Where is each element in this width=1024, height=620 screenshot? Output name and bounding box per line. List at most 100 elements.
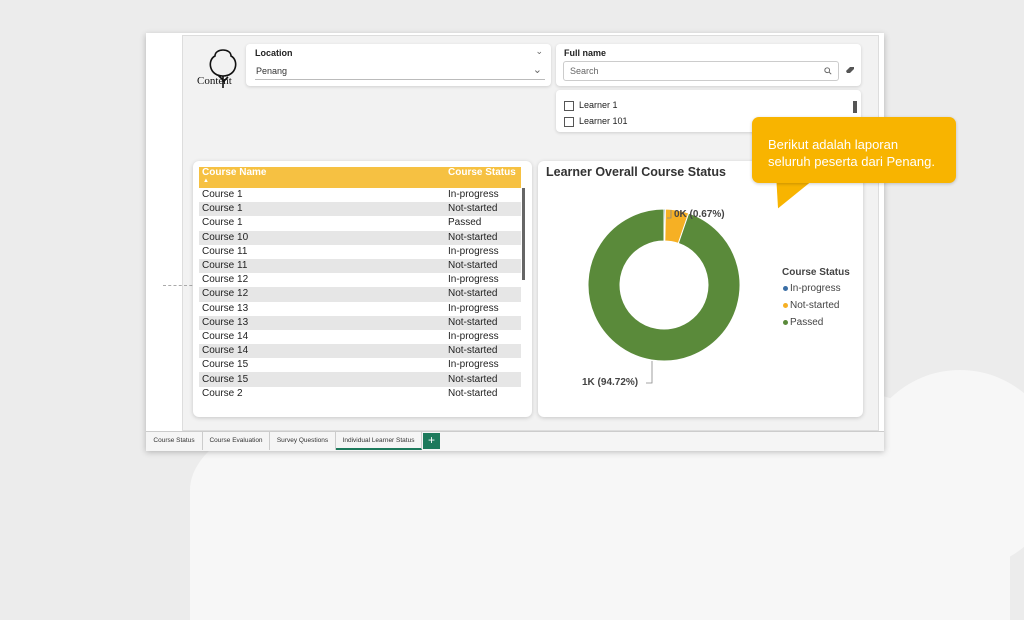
tab-label: Course Evaluation bbox=[209, 437, 263, 444]
course-status-cell: Passed bbox=[448, 217, 482, 229]
course-status-cell: Not-started bbox=[445, 258, 521, 274]
table-row[interactable]: Course 14 Not-started bbox=[199, 344, 521, 359]
tab-course-status[interactable]: Course Status bbox=[146, 432, 203, 450]
location-slicer-title: Location bbox=[255, 48, 293, 58]
search-input[interactable]: Search bbox=[563, 61, 839, 81]
leader-line bbox=[646, 361, 653, 384]
tab-label: Survey Questions bbox=[276, 437, 329, 444]
legend-dot bbox=[783, 319, 788, 325]
scrollbar[interactable] bbox=[522, 188, 525, 280]
column-header-course-name[interactable]: Course Name ▲ bbox=[199, 167, 445, 188]
table-row[interactable]: Course 12 Not-started bbox=[199, 287, 521, 302]
course-status-cell: Not-started bbox=[445, 372, 521, 387]
tab-label: Individual Learner Status bbox=[342, 437, 415, 444]
list-item[interactable]: Learner 101 bbox=[564, 116, 628, 127]
search-icon bbox=[824, 67, 832, 75]
course-name-cell: Course 1 bbox=[199, 202, 445, 217]
list-item-label: Learner 101 bbox=[579, 116, 628, 126]
fullname-slicer-title: Full name bbox=[564, 48, 607, 58]
legend-item-passed[interactable]: Passed bbox=[783, 317, 823, 328]
checkbox[interactable] bbox=[564, 116, 574, 127]
course-name-cell: Course 13 bbox=[199, 315, 445, 330]
table-row[interactable]: Course 2 Not-started bbox=[199, 387, 521, 401]
table-row[interactable]: Course 15 In-progress bbox=[199, 358, 521, 372]
course-status-cell: Not-started bbox=[445, 202, 521, 217]
table-row[interactable]: Course 14 In-progress bbox=[199, 330, 521, 344]
data-label-not-started: 0K (0.67%) bbox=[674, 209, 725, 220]
course-table-wrapper: Course Name ▲ Course Status Course 1 In-p… bbox=[199, 167, 521, 401]
add-page-button[interactable]: + bbox=[423, 433, 440, 449]
course-name-cell: Course 13 bbox=[202, 302, 249, 314]
table-row[interactable]: Course 13 Not-started bbox=[199, 315, 521, 330]
location-slicer[interactable]: Location ⌄ Penang ⌄ bbox=[246, 44, 551, 86]
course-status-cell: Not-started bbox=[445, 344, 521, 359]
course-name-cell: Course 11 bbox=[202, 245, 248, 257]
column-header-course-status[interactable]: Course Status bbox=[445, 167, 521, 188]
page-tab-bar: Course Status Course Evaluation Survey Q… bbox=[146, 431, 884, 451]
callout-bubble: Berikut adalah laporan seluruh peserta d… bbox=[752, 117, 956, 183]
legend-label: Passed bbox=[790, 317, 824, 328]
fullname-slicer[interactable]: Full name Search bbox=[556, 44, 861, 86]
donut-slice-passed[interactable] bbox=[587, 208, 741, 362]
course-name-cell: Course 14 bbox=[202, 330, 249, 342]
location-dropdown[interactable]: Penang ⌄ bbox=[255, 63, 545, 80]
table-row[interactable]: Course 1 In-progress bbox=[199, 188, 521, 202]
course-name-cell: Course 14 bbox=[199, 344, 445, 359]
course-status-cell: In-progress bbox=[448, 330, 499, 342]
legend-dot bbox=[783, 302, 788, 308]
checkbox[interactable] bbox=[564, 100, 574, 111]
course-table: Course Name ▲ Course Status Course 1 In-p… bbox=[199, 167, 521, 401]
legend-item-in-progress[interactable]: In-progress bbox=[783, 283, 841, 294]
course-status-cell: Not-started bbox=[445, 287, 521, 302]
scrollbar[interactable] bbox=[853, 101, 857, 113]
course-name-cell: Course 12 bbox=[202, 274, 249, 286]
course-table-card: Course Name ▲ Course Status Course 1 In-p… bbox=[193, 161, 532, 417]
list-item-label: Learner 1 bbox=[579, 100, 618, 110]
collapse-chevron-icon[interactable]: ⌄ bbox=[535, 46, 543, 57]
callout-text: Berikut adalah laporan seluruh peserta d… bbox=[768, 136, 935, 170]
course-status-chart-card: Learner Overall Course Status 0K (0.67%)… bbox=[538, 161, 863, 417]
legend-item-not-started[interactable]: Not-started bbox=[783, 300, 839, 311]
report-canvas: Content Location ⌄ Penang ⌄ Full name Se… bbox=[163, 35, 879, 431]
legend-dot bbox=[783, 285, 788, 291]
course-status-cell: Not-started bbox=[445, 230, 521, 245]
data-label-passed: 1K (94.72%) bbox=[582, 377, 639, 388]
chevron-down-icon: ⌄ bbox=[532, 64, 542, 76]
sort-ascending-icon: ▲ bbox=[203, 178, 209, 184]
course-name-cell: Course 15 bbox=[199, 372, 445, 387]
course-name-cell: Course 2 bbox=[202, 387, 243, 399]
course-name-cell: Course 1 bbox=[202, 217, 243, 229]
course-name-cell: Course 12 bbox=[199, 287, 445, 302]
legend-label: Not-started bbox=[790, 300, 840, 311]
table-row[interactable]: Course 10 Not-started bbox=[199, 230, 521, 245]
course-status-cell: In-progress bbox=[448, 189, 499, 201]
table-row[interactable]: Course 11 Not-started bbox=[199, 258, 521, 274]
column-header-label: Course Name bbox=[202, 167, 267, 178]
tab-individual-learner-status[interactable]: Individual Learner Status bbox=[336, 432, 422, 450]
course-status-cell: In-progress bbox=[448, 302, 499, 314]
course-status-cell: In-progress bbox=[448, 274, 499, 286]
tab-course-evaluation[interactable]: Course Evaluation bbox=[203, 432, 270, 450]
table-row[interactable]: Course 13 In-progress bbox=[199, 302, 521, 316]
tab-label: Course Status bbox=[153, 437, 195, 444]
table-row[interactable]: Course 1 Passed bbox=[199, 216, 521, 230]
table-row[interactable]: Course 15 Not-started bbox=[199, 372, 521, 387]
course-status-cell: In-progress bbox=[448, 245, 499, 257]
course-name-cell: Course 1 bbox=[202, 189, 243, 201]
legend-title: Course Status bbox=[782, 267, 850, 278]
course-status-cell: Not-started bbox=[445, 315, 521, 330]
course-status-cell: Not-started bbox=[448, 387, 498, 399]
column-header-label: Course Status bbox=[448, 167, 516, 178]
eraser-icon[interactable] bbox=[845, 65, 856, 74]
table-row[interactable]: Course 1 Not-started bbox=[199, 202, 521, 217]
course-name-cell: Course 11 bbox=[199, 258, 445, 274]
tab-survey-questions[interactable]: Survey Questions bbox=[270, 432, 336, 450]
table-row[interactable]: Course 11 In-progress bbox=[199, 245, 521, 259]
table-row[interactable]: Course 12 In-progress bbox=[199, 273, 521, 287]
search-placeholder: Search bbox=[570, 66, 599, 76]
table-header-row: Course Name ▲ Course Status bbox=[199, 167, 521, 188]
list-item[interactable]: Learner 1 bbox=[564, 100, 618, 111]
course-status-cell: In-progress bbox=[448, 359, 499, 371]
location-dropdown-value: Penang bbox=[256, 66, 288, 76]
legend-label: In-progress bbox=[790, 283, 841, 294]
